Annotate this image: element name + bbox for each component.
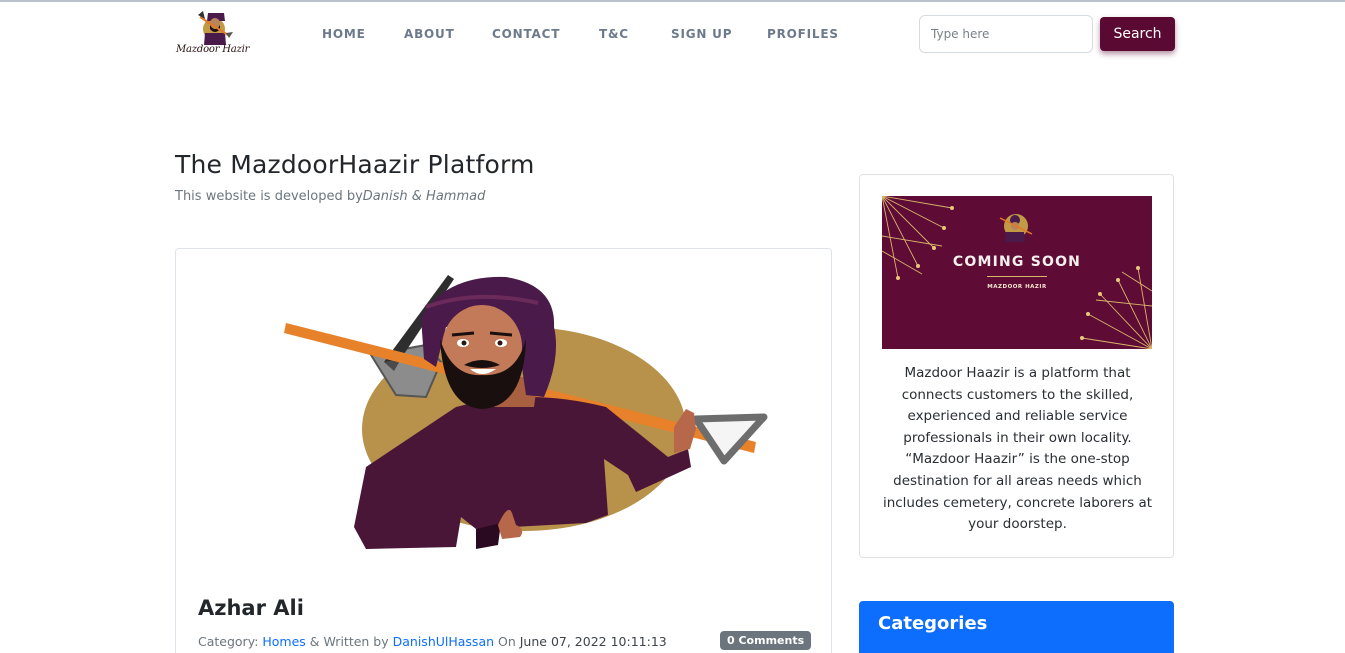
laborer-illustration — [284, 275, 768, 549]
nav-about[interactable]: ABOUT — [404, 27, 455, 41]
post-datetime: June 07, 2022 10:11:13 — [519, 634, 667, 649]
post-card: Azhar Ali Category: Homes & Written by D… — [175, 248, 832, 653]
nav-terms[interactable]: T&C — [599, 27, 629, 41]
subtitle-authors: Danish & Hammad — [362, 189, 486, 204]
post-title: Azhar Ali — [198, 596, 304, 620]
promo-title: COMING SOON — [952, 254, 1082, 270]
written-by-prefix: & Written by — [305, 634, 393, 649]
navbar: Mazdoor Hazir HOME ABOUT CONTACT T&C SIG… — [0, 2, 1345, 64]
nav-sign-up[interactable]: SIGN UP — [671, 27, 732, 41]
nav-home[interactable]: HOME — [322, 27, 366, 41]
comments-badge[interactable]: 0 Comments — [720, 631, 812, 650]
platform-description: Mazdoor Haazir is a platform that connec… — [882, 365, 1153, 533]
search-button[interactable]: Search — [1100, 17, 1175, 51]
page-subtitle: This website is developed byDanish & Ham… — [175, 189, 485, 204]
nav-profiles[interactable]: PROFILES — [767, 27, 839, 41]
brand-name: Mazdoor Hazir — [176, 44, 250, 55]
subtitle-prefix: This website is developed by — [175, 189, 363, 204]
brand-logo[interactable]: Mazdoor Hazir — [176, 7, 256, 59]
category-link[interactable]: Homes — [262, 634, 305, 649]
post-meta: Category: Homes & Written by DanishUlHas… — [198, 634, 667, 649]
firework-decoration-icon — [882, 196, 1152, 349]
page-title: The MazdoorHaazir Platform — [175, 150, 535, 179]
on-prefix: On — [494, 634, 520, 649]
promo-divider — [987, 276, 1047, 277]
coming-soon-banner: COMING SOON MAZDOOR HAZIR — [882, 196, 1152, 349]
laborer-logo-icon — [198, 11, 233, 45]
category-prefix: Category: — [198, 634, 263, 649]
categories-card: Categories — [859, 601, 1174, 653]
search-input[interactable] — [919, 15, 1093, 53]
categories-title: Categories — [878, 613, 988, 634]
author-link[interactable]: DanishUlHassan — [393, 634, 494, 649]
about-card: COMING SOON MAZDOOR HAZIR Mazdoor Haazir… — [859, 174, 1174, 558]
nav-contact[interactable]: CONTACT — [492, 27, 560, 41]
promo-subtitle: MAZDOOR HAZIR — [987, 284, 1047, 290]
